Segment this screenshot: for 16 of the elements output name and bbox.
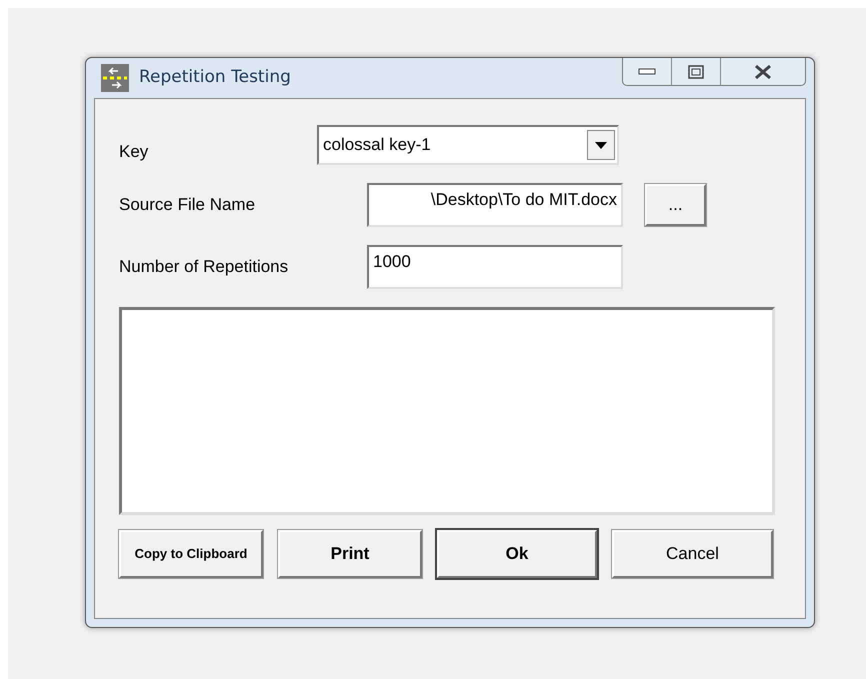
field-label: Number of Repetitions [119, 256, 290, 278]
dialog-button[interactable]: Ok [437, 530, 597, 578]
file-name-field[interactable]: \Desktop\To do MIT.docx [367, 183, 623, 227]
dialog-button[interactable]: Cancel [612, 530, 773, 578]
minimize-icon [638, 68, 656, 76]
app-icon [101, 64, 129, 92]
key-dropdown[interactable]: colossal key-1 [317, 125, 619, 165]
field-label: Key [119, 141, 150, 164]
browse-button[interactable]: ... [645, 184, 706, 226]
dialog-button[interactable]: Print [278, 530, 422, 578]
maximize-icon [688, 64, 704, 78]
field-label: Source File Name [119, 194, 256, 216]
close-icon [753, 64, 773, 80]
dialog-button[interactable]: Copy to Clipboard [119, 530, 263, 578]
window-title: Repetition Testing [139, 66, 291, 90]
repetitions-field[interactable]: 1000 [367, 245, 623, 289]
